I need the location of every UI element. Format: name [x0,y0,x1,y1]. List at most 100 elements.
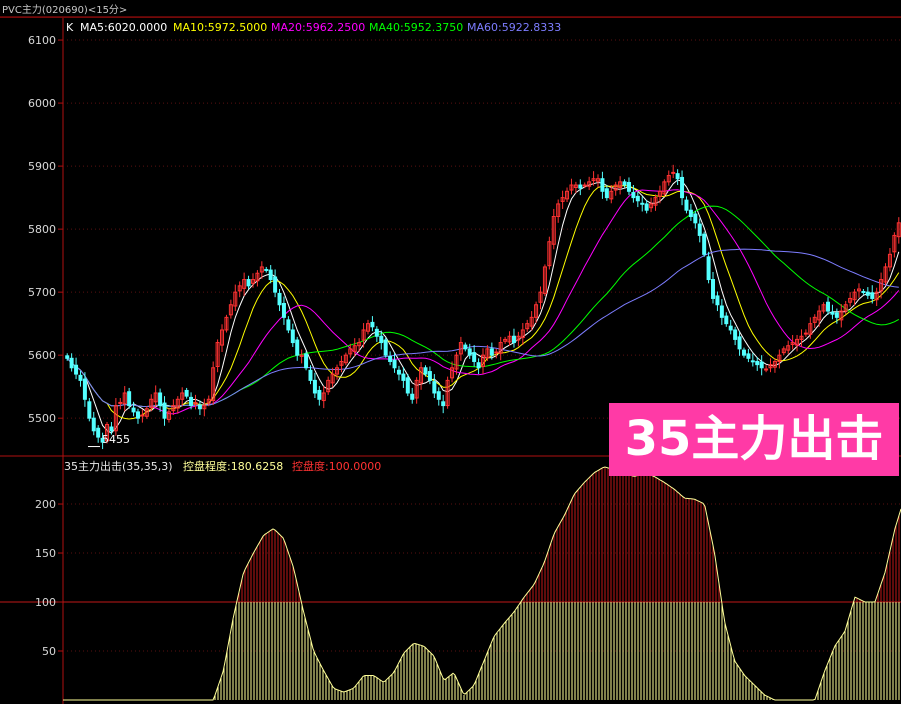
candle-body [91,417,96,432]
candle-body [711,279,716,299]
control-pct-label: 控盘度:100.0000 [292,459,381,473]
ma40-legend: MA40:5952.3750 [369,21,463,34]
indicator-curve [63,466,901,701]
candle-body [688,209,693,218]
candle-body [197,404,202,410]
candle-body [78,374,83,381]
k-label: K [66,21,74,34]
candle-body [865,291,870,296]
candle-body [472,352,477,362]
candle-body [644,203,649,211]
candle-body [600,178,605,192]
price-tick-label: 5700 [28,286,56,299]
candle-body [640,202,645,205]
ma5-line [66,179,900,434]
candle-body [140,414,145,417]
candle-body [578,184,583,189]
control-level-label: 控盘程度:180.6258 [183,459,283,473]
ma5-legend: MA5:6020.0000 [80,21,167,34]
price-tick-label: 6000 [28,97,56,110]
banner-text: 35主力出击 [624,411,884,467]
indicator-title: 35主力出击(35,35,3) [64,459,173,473]
candle-body [693,213,698,224]
ma20-line [66,189,900,415]
price-tick-label: 5600 [28,349,56,362]
candle-body [702,233,707,255]
chart-frame [0,16,901,704]
candle-body [304,353,309,369]
candle-body [162,402,167,419]
candle-body [715,295,720,306]
candle-body [295,339,300,356]
candle-body [759,361,764,369]
candle-body [684,199,689,211]
candle-body [511,335,516,344]
indicator-tick-label: 100 [35,596,56,609]
candle-body [622,181,627,186]
candle-body [118,401,123,404]
candle-body [96,427,101,438]
candle-body [135,411,140,419]
candle-body [392,359,397,369]
candle-body [680,176,685,199]
candle-body [750,360,755,363]
candle-body [830,311,835,315]
candle-body [733,329,738,340]
candle-body [396,369,401,375]
candle-body [423,367,428,375]
candle-body [746,353,751,359]
axis-labels: 6100 6000 5900 5800 5700 5600 5500 200 150 100 50 [28,34,100,658]
candle-body [383,339,388,356]
candle-body [268,269,273,281]
candle-body [755,360,760,366]
indicator-tick-label: 50 [42,645,56,658]
candle-body [158,392,163,407]
candle-body [436,391,441,400]
candle-body [737,336,742,350]
indicator-bars [63,466,901,701]
price-tick-label: 5800 [28,223,56,236]
candle-body [189,396,194,407]
candle-body [494,351,499,354]
candle-body [273,276,278,293]
candle-body [870,292,875,299]
candle-body [308,369,313,381]
candle-body [463,344,468,350]
ma10-line [66,185,900,420]
candle-body [74,364,79,375]
candle-body [246,279,251,287]
candle-body [87,401,92,419]
candle-body [281,302,286,318]
candle-body [741,349,746,356]
ma-legend: K MA5:6020.0000 MA10:5972.5000 MA20:5962… [66,21,561,34]
low-price-marker: 5455 [102,433,130,446]
candle-body [131,407,136,413]
candle-body [476,362,481,369]
candle-body [635,195,640,202]
candle-body [489,348,494,356]
price-tick-label: 5900 [28,160,56,173]
candle-body [631,192,636,199]
candle-body [604,188,609,199]
price-tick-label: 6100 [28,34,56,47]
candle-body [724,315,729,325]
candle-body [432,381,437,394]
candle-body [675,173,680,180]
candle-body [467,348,472,356]
ma60-line [66,248,899,408]
ma60-legend: MA60:5922.8333 [467,21,561,34]
price-gridlines [0,39,901,652]
candle-body [312,379,317,394]
candle-body [706,256,711,281]
indicator-legend: 35主力出击(35,35,3) 控盘程度:180.6258 控盘度:100.00… [64,459,381,473]
candle-body [370,321,375,328]
moving-average-lines [66,179,900,434]
candle-body [803,332,808,335]
candle-body [427,371,432,381]
candle-body [697,223,702,236]
candle-body [671,171,676,174]
indicator-tick-label: 150 [35,547,56,560]
candle-body [184,389,189,397]
candle-body [286,319,291,331]
candle-body [264,268,269,271]
